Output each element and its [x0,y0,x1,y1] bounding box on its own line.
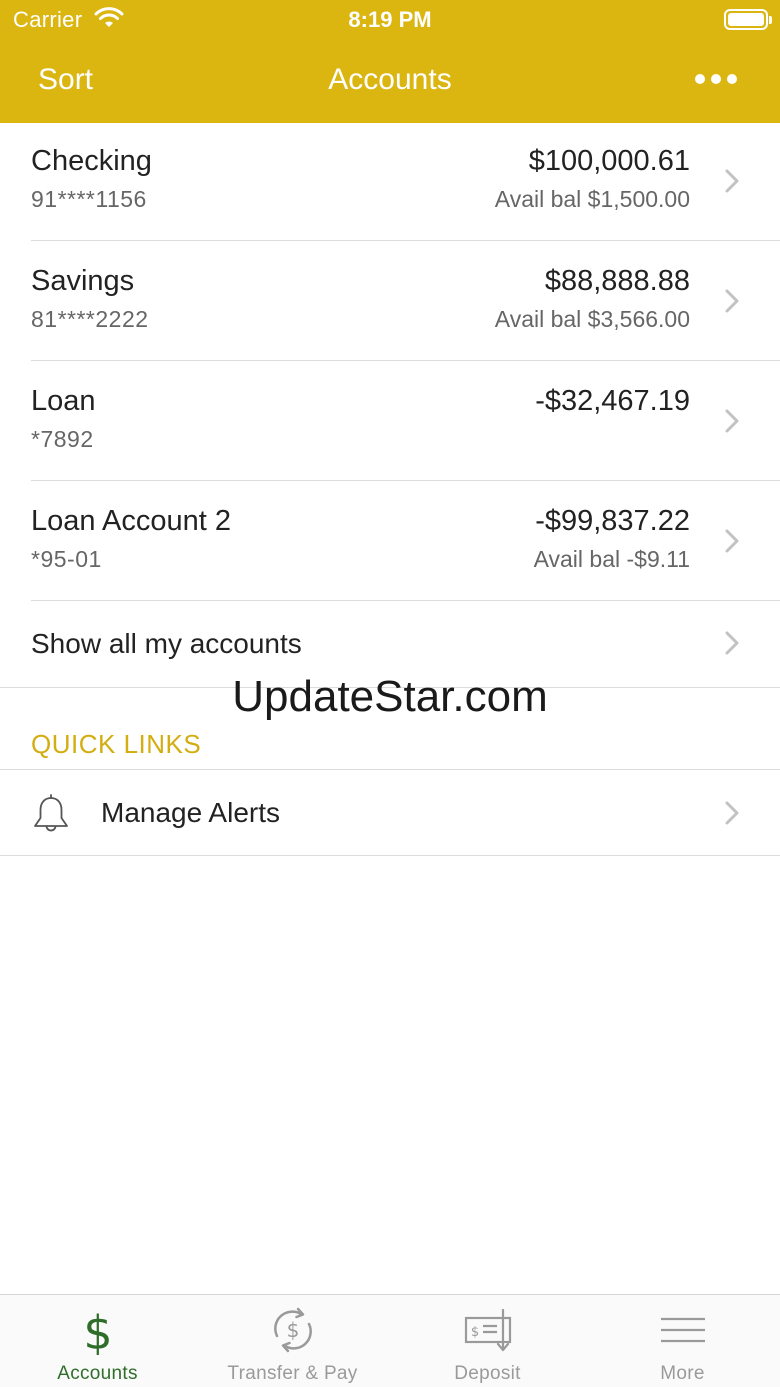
chevron-right-icon [725,801,739,825]
account-row-loan-account-2[interactable]: Loan Account 2 *95-01 -$99,837.22 Avail … [0,481,780,601]
account-name: Loan [31,385,96,417]
chevron-right-icon [725,631,739,655]
account-balance: -$32,467.19 [535,385,690,417]
status-bar: Carrier 8:19 PM [0,0,780,40]
tab-deposit[interactable]: $ Deposit [390,1295,585,1387]
available-balance: Avail bal $1,500.00 [494,186,690,212]
tab-label: Deposit [454,1363,521,1384]
transfer-icon: $ [273,1307,312,1353]
account-row-loan[interactable]: Loan *7892 -$32,467.19 [0,361,780,481]
tab-label: Transfer & Pay [227,1363,358,1384]
svg-text:$: $ [83,1306,112,1355]
battery-icon [724,9,772,30]
svg-text:$: $ [470,1325,478,1340]
page-title: Accounts [328,63,452,96]
manage-alerts-label: Manage Alerts [101,797,280,828]
tab-bar: $ Accounts $ Transfer & Pay $ Deposit Mo… [0,1294,780,1387]
account-name: Savings [31,265,135,297]
account-row-checking[interactable]: Checking 91****1156 $100,000.61 Avail ba… [0,121,780,241]
tab-transfer-pay[interactable]: $ Transfer & Pay [195,1295,390,1387]
chevron-right-icon [725,289,739,313]
svg-text:$: $ [286,1318,299,1342]
navigation-bar: Sort Accounts [0,40,780,123]
bell-icon [34,794,68,832]
account-number: 81****2222 [31,306,149,332]
available-balance: Avail bal -$9.11 [533,546,690,572]
tab-label: More [660,1363,705,1384]
tab-accounts[interactable]: $ Accounts [0,1295,195,1387]
account-name: Loan Account 2 [31,505,231,537]
account-balance: -$99,837.22 [535,505,690,537]
more-options-icon[interactable] [694,74,738,86]
account-number: 91****1156 [31,186,147,212]
chevron-right-icon [725,169,739,193]
account-number: *7892 [31,426,94,452]
tab-more[interactable]: More [585,1295,780,1387]
account-number: *95-01 [31,546,102,572]
account-balance: $100,000.61 [528,145,690,177]
status-time: 8:19 PM [348,7,432,32]
header-bar: Carrier 8:19 PM Sort Accounts [0,0,780,123]
show-all-accounts-label: Show all my accounts [31,628,302,659]
deposit-check-icon: $ [464,1308,511,1352]
chevron-right-icon [725,529,739,553]
account-row-savings[interactable]: Savings 81****2222 $88,888.88 Avail bal … [0,241,780,361]
dollar-icon: $ [83,1306,112,1355]
available-balance: Avail bal $3,566.00 [494,306,690,332]
watermark-text: UpdateStar.com [232,672,548,721]
manage-alerts-row[interactable]: Manage Alerts [0,770,780,856]
quick-links-header: QUICK LINKS [31,729,202,759]
chevron-right-icon [725,409,739,433]
account-balance: $88,888.88 [544,265,690,297]
tab-label: Accounts [57,1363,138,1384]
account-name: Checking [31,145,152,177]
row-divider [0,855,780,856]
hamburger-icon [660,1317,705,1343]
